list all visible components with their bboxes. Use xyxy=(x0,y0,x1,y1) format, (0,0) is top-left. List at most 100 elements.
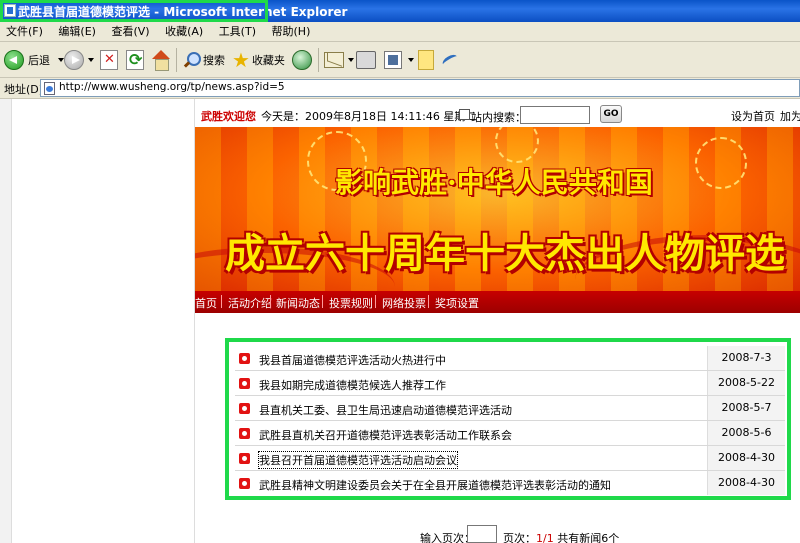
welcome-text: 武胜欢迎您 xyxy=(201,110,256,123)
refresh-icon xyxy=(126,50,144,70)
banner-headline-1: 影响武胜·中华人民共和国 xyxy=(335,166,653,199)
news-row[interactable]: 武胜县精神文明建设委员会关于在全县开展道德模范评选表彰活动的通知 2008-4-… xyxy=(235,471,785,496)
menu-favorites[interactable]: 收藏(A) xyxy=(159,22,209,42)
news-title-link[interactable]: 武胜县精神文明建设委员会关于在全县开展道德模范评选表彰活动的通知 xyxy=(259,477,611,493)
site-search-label: 站内搜索： xyxy=(471,111,526,124)
home-button[interactable] xyxy=(151,48,171,72)
back-button[interactable]: 后退 xyxy=(4,48,64,72)
news-date: 2008-7-3 xyxy=(707,346,785,370)
address-url: http://www.wusheng.org/tp/news.asp?id=5 xyxy=(59,81,285,93)
menu-view[interactable]: 查看(V) xyxy=(105,22,155,42)
nav-separator xyxy=(375,295,376,308)
back-label: 后退 xyxy=(28,54,50,67)
nav-online-vote[interactable]: 网络投票 xyxy=(382,295,426,311)
news-row[interactable]: 我县召开首届道德模范评选活动启动会议 2008-4-30 xyxy=(235,446,785,471)
menu-file[interactable]: 文件(F) xyxy=(0,22,49,42)
nav-separator xyxy=(221,295,222,308)
bullet-icon xyxy=(239,428,250,439)
bullet-icon xyxy=(239,353,250,364)
stop-icon xyxy=(100,50,118,70)
banner: 影响武胜·中华人民共和国 成立六十周年十大杰出人物评选 xyxy=(195,127,800,291)
title-bar: 武胜县首届道德模范评选 - Microsoft Internet Explore… xyxy=(0,0,800,22)
pager-page-label: 页次： xyxy=(503,532,536,543)
news-title-link[interactable]: 县直机关工委、县卫生局迅速启动道德模范评选活动 xyxy=(259,402,512,418)
left-blank-panel xyxy=(0,99,195,543)
address-label: 地址(D) xyxy=(4,83,44,96)
toolbar-separator xyxy=(318,48,319,72)
toolbar: 后退 搜索 ★ 收藏夹 xyxy=(0,42,800,78)
nav-separator xyxy=(322,295,323,308)
firework-decoration xyxy=(695,137,747,189)
messenger-icon xyxy=(440,50,462,70)
notes-icon xyxy=(418,50,434,70)
info-strip: 武胜欢迎您 今天是：2009年8月18日 14:11:46 星期二 站内搜索： … xyxy=(195,99,800,127)
nav-home[interactable]: 首页 xyxy=(195,295,217,311)
pager-input[interactable] xyxy=(467,525,497,543)
forward-button[interactable] xyxy=(64,48,94,72)
nav-separator xyxy=(428,295,429,308)
news-row[interactable]: 县直机关工委、县卫生局迅速启动道德模范评选活动 2008-5-7 xyxy=(235,396,785,421)
news-title-link[interactable]: 我县召开首届道德模范评选活动启动会议 xyxy=(258,451,458,469)
edit-dropdown-icon[interactable] xyxy=(408,58,414,62)
nav-vote-rules[interactable]: 投票规则 xyxy=(329,295,373,311)
address-bar: 地址(D) http://www.wusheng.org/tp/news.asp… xyxy=(0,78,800,99)
browser-window: 武胜县首届道德模范评选 - Microsoft Internet Explore… xyxy=(0,0,800,543)
media-icon xyxy=(292,50,312,70)
pager-info: 页次：1/1 共有新闻6个 xyxy=(503,530,619,543)
go-button[interactable]: GO xyxy=(600,105,622,123)
set-home-link[interactable]: 设为首页 xyxy=(731,108,775,124)
refresh-button[interactable] xyxy=(126,48,144,72)
page-icon xyxy=(44,82,55,95)
nav-activity-intro[interactable]: 活动介绍 xyxy=(228,295,272,311)
edit-page-icon xyxy=(384,51,402,69)
firework-decoration xyxy=(495,127,539,163)
left-panel-edge xyxy=(0,99,12,543)
news-row[interactable]: 我县如期完成道德模范候选人推荐工作 2008-5-22 xyxy=(235,371,785,396)
news-date: 2008-4-30 xyxy=(707,471,785,495)
address-input[interactable]: http://www.wusheng.org/tp/news.asp?id=5 xyxy=(40,79,800,97)
menu-help[interactable]: 帮助(H) xyxy=(266,22,317,42)
search-button[interactable]: 搜索 xyxy=(182,48,225,72)
news-row[interactable]: 我县首届道德模范评选活动火热进行中 2008-7-3 xyxy=(235,346,785,371)
banner-headline-2: 成立六十周年十大杰出人物评选 xyxy=(225,230,785,277)
news-title-link[interactable]: 我县如期完成道德模范候选人推荐工作 xyxy=(259,377,446,393)
news-title-link[interactable]: 我县首届道德模范评选活动火热进行中 xyxy=(259,352,446,368)
news-row[interactable]: 武胜县直机关召开道德模范评选表彰活动工作联系会 2008-5-6 xyxy=(235,421,785,446)
mail-button[interactable] xyxy=(324,48,354,72)
date-text: 今天是：2009年8月18日 14:11:46 星期二 xyxy=(261,110,477,123)
news-date: 2008-5-7 xyxy=(707,396,785,420)
star-icon: ★ xyxy=(232,48,250,72)
site-search-checkbox[interactable] xyxy=(459,109,470,120)
add-favorite-link[interactable]: 加为 xyxy=(780,108,800,124)
news-title-link[interactable]: 武胜县直机关召开道德模范评选表彰活动工作联系会 xyxy=(259,427,512,443)
forward-dropdown-icon[interactable] xyxy=(88,58,94,62)
menu-bar: 文件(F) 编辑(E) 查看(V) 收藏(A) 工具(T) 帮助(H) xyxy=(0,22,800,42)
nav-news[interactable]: 新闻动态 xyxy=(276,295,320,311)
menu-edit[interactable]: 编辑(E) xyxy=(52,22,102,42)
toolbar-separator xyxy=(176,48,177,72)
pager-page-value: 1/1 xyxy=(536,532,554,543)
menu-tools[interactable]: 工具(T) xyxy=(213,22,262,42)
search-icon xyxy=(182,51,201,69)
news-date: 2008-4-30 xyxy=(707,446,785,470)
home-icon xyxy=(151,50,171,71)
news-date: 2008-5-22 xyxy=(707,371,785,395)
site-search-input[interactable] xyxy=(520,106,590,124)
mail-dropdown-icon[interactable] xyxy=(348,58,354,62)
media-button[interactable] xyxy=(292,48,312,72)
stop-button[interactable] xyxy=(100,48,118,72)
favorites-label: 收藏夹 xyxy=(251,54,285,67)
print-button[interactable] xyxy=(356,48,376,72)
nav-awards[interactable]: 奖项设置 xyxy=(435,295,479,311)
edit-button[interactable] xyxy=(384,48,414,72)
bullet-icon xyxy=(239,378,250,389)
mail-icon xyxy=(324,52,344,68)
bullet-icon xyxy=(239,478,250,489)
notes-button[interactable] xyxy=(418,48,434,72)
news-list: 我县首届道德模范评选活动火热进行中 2008-7-3 我县如期完成道德模范候选人… xyxy=(225,338,791,500)
search-label: 搜索 xyxy=(203,54,225,67)
bullet-icon xyxy=(239,403,250,414)
nav-separator xyxy=(270,295,271,308)
messenger-button[interactable] xyxy=(440,48,462,72)
favorites-button[interactable]: ★ 收藏夹 xyxy=(232,48,285,72)
